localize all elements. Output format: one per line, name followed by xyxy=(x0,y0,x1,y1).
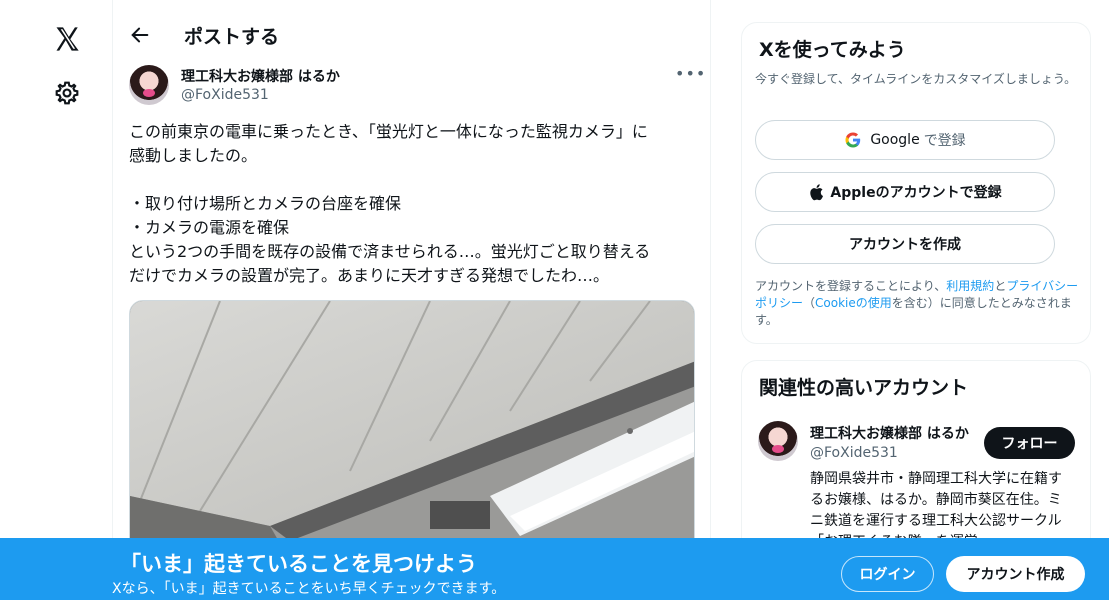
follow-button[interactable]: フォロー xyxy=(984,427,1075,459)
post-text-line: この前東京の電車に乗ったとき、「蛍光灯と一体になった監視カメラ」に xyxy=(129,122,648,141)
legal-notice: アカウントを登録することにより、利用規約とプライバシーポリシー（Cookieの使… xyxy=(755,278,1087,329)
apple-signup-button[interactable]: Appleのアカウントで登録 xyxy=(755,172,1055,212)
post-text-line xyxy=(129,168,699,192)
post-text: この前東京の電車に乗ったとき、「蛍光灯と一体になった監視カメラ」に 感動しました… xyxy=(129,120,699,288)
login-button[interactable]: ログイン xyxy=(841,556,934,592)
signup-card-subtitle: 今すぐ登録して、タイムラインをカスタマイズしましょう。 xyxy=(755,72,1077,86)
post-image[interactable] xyxy=(129,300,695,560)
google-signup-label: Google xyxy=(870,132,920,148)
related-account-avatar[interactable] xyxy=(758,421,798,461)
left-nav xyxy=(0,0,112,600)
google-icon xyxy=(845,132,861,148)
x-logo-icon[interactable] xyxy=(52,25,82,53)
google-signup-suffix: で登録 xyxy=(923,133,966,149)
cookie-link[interactable]: Cookieの使用 xyxy=(815,296,892,310)
create-account-label: アカウントを作成 xyxy=(849,237,961,253)
google-signup-button[interactable]: Google で登録 xyxy=(755,120,1055,160)
right-sidebar: Xを使ってみよう 今すぐ登録して、タイムラインをカスタマイズしましょう。 Goo… xyxy=(741,0,1091,600)
post-text-line: だけでカメラの設置が完了。あまりに天才すぎる発想でしたわ…。 xyxy=(129,266,610,285)
author-avatar[interactable] xyxy=(129,65,169,105)
related-account-name[interactable]: 理工科大お嬢様部 はるか xyxy=(810,423,975,443)
more-options-icon[interactable]: ••• xyxy=(675,64,706,83)
terms-link[interactable]: 利用規約 xyxy=(946,279,994,293)
banner-title: 「いま」起きていることを見つけよう xyxy=(120,552,477,576)
ceiling-photo xyxy=(130,301,694,559)
apple-signup-label: Appleのアカウントで登録 xyxy=(830,185,1002,201)
apple-icon xyxy=(810,184,824,201)
page-title: ポストする xyxy=(184,26,280,48)
gear-icon[interactable] xyxy=(54,80,80,106)
related-card-title: 関連性の高いアカウント xyxy=(759,377,969,399)
author-handle[interactable]: @FoXide531 xyxy=(181,87,269,103)
related-account-handle[interactable]: @FoXide531 xyxy=(810,445,898,461)
page-header: ポストする xyxy=(113,16,710,56)
post-text-line: という2つの手間を既存の設備で済ませられる…。蛍光灯ごと取り替える xyxy=(129,242,651,261)
main-column: ポストする 理工科大お嬢様部 はるか @FoXide531 ••• この前東京の… xyxy=(112,0,711,600)
legal-paren: （ xyxy=(803,296,816,310)
legal-and: と xyxy=(994,279,1007,293)
back-arrow-icon[interactable] xyxy=(129,24,151,46)
create-account-button[interactable]: アカウントを作成 xyxy=(755,224,1055,264)
banner-subtitle: Xなら、「いま」起きていることをいち早くチェックできます。 xyxy=(112,581,506,597)
signup-card-title: Xを使ってみよう xyxy=(759,39,906,61)
post-text-line: 感動しましたの。 xyxy=(129,146,258,165)
post-text-line: ・カメラの電源を確保 xyxy=(129,218,290,237)
author-name[interactable]: 理工科大お嬢様部 はるか xyxy=(181,66,340,86)
signup-banner: 「いま」起きていることを見つけよう Xなら、「いま」起きていることをいち早くチェ… xyxy=(0,538,1109,600)
post-text-line: ・取り付け場所とカメラの台座を確保 xyxy=(129,194,402,213)
legal-prefix: アカウントを登録することにより、 xyxy=(755,279,947,293)
signup-button[interactable]: アカウント作成 xyxy=(946,556,1085,592)
signup-card: Xを使ってみよう 今すぐ登録して、タイムラインをカスタマイズしましょう。 Goo… xyxy=(741,22,1091,344)
